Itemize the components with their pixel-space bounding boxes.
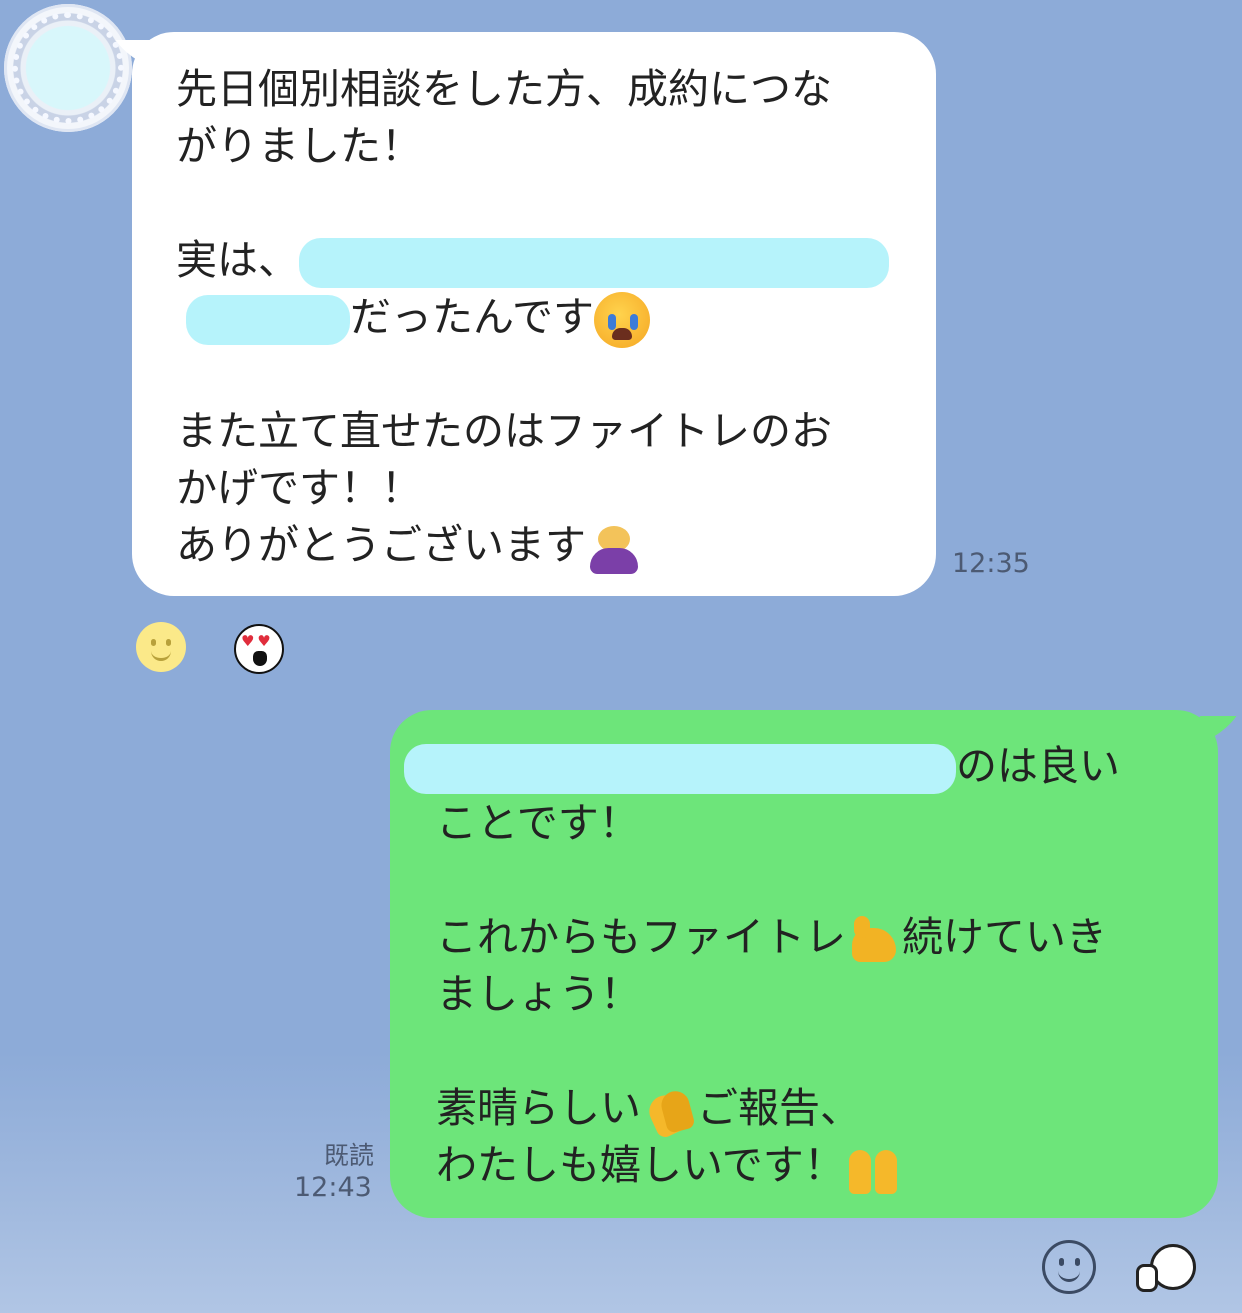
message-line: 先日個別相談をした方、成約につな — [176, 65, 832, 113]
raising-hands-icon — [845, 1140, 901, 1196]
crying-face-icon — [593, 292, 650, 348]
message-line: のは良い — [404, 738, 1218, 795]
incoming-timestamp: 12:35 — [952, 548, 1030, 579]
message-line: ましょう！ — [436, 970, 641, 1018]
incoming-message-bubble[interactable]: 先日個別相談をした方、成約につな がりました！ 実は、 だったんです また立て直… — [132, 32, 936, 596]
message-line: ありがとうございます — [176, 517, 936, 574]
redacted-text — [299, 238, 889, 288]
outgoing-message-bubble[interactable]: のは良い ことです！ これからもファイトレ 続けていき ましょう！ 素晴らしい ご報… — [390, 710, 1218, 1218]
message-line: ことです！ — [436, 799, 640, 847]
smile-reaction-icon[interactable] — [136, 622, 186, 672]
message-text: 続けていき — [902, 913, 1107, 961]
message-line: がりました！ — [176, 122, 422, 170]
message-line: わたしも嬉しいです！ — [436, 1137, 1218, 1194]
redacted-text — [186, 295, 350, 345]
message-text: ありがとうございます — [176, 521, 586, 569]
redacted-text — [404, 744, 956, 794]
message-text: のは良い — [956, 742, 1120, 790]
read-status: 既読 — [323, 1141, 374, 1170]
message-text: これからもファイトレ — [436, 913, 846, 961]
clapping-hands-icon — [641, 1083, 697, 1139]
flexed-biceps-icon — [846, 912, 902, 968]
message-line: かげです！！ — [176, 464, 422, 512]
message-text: 素晴らしい — [436, 1084, 641, 1132]
emoji-icon[interactable] — [1042, 1240, 1096, 1294]
message-text: 実は、 — [176, 236, 299, 284]
person-bowing-icon — [586, 520, 642, 576]
sticker-icon[interactable] — [1136, 1244, 1198, 1296]
message-text: ご報告、 — [697, 1084, 861, 1132]
message-line: だったんです — [176, 289, 936, 348]
sender-avatar[interactable] — [4, 4, 132, 132]
heart-eyes-reaction-icon[interactable] — [234, 624, 284, 674]
message-line: 実は、 — [176, 232, 936, 289]
message-line: 素晴らしい ご報告、 — [436, 1080, 1218, 1137]
message-line: また立て直せたのはファイトレのお — [176, 407, 832, 455]
message-text: だったんです — [350, 293, 594, 341]
message-line: これからもファイトレ 続けていき — [436, 909, 1218, 966]
message-text: わたしも嬉しいです！ — [436, 1141, 845, 1189]
outgoing-timestamp: 12:43 — [294, 1172, 372, 1203]
